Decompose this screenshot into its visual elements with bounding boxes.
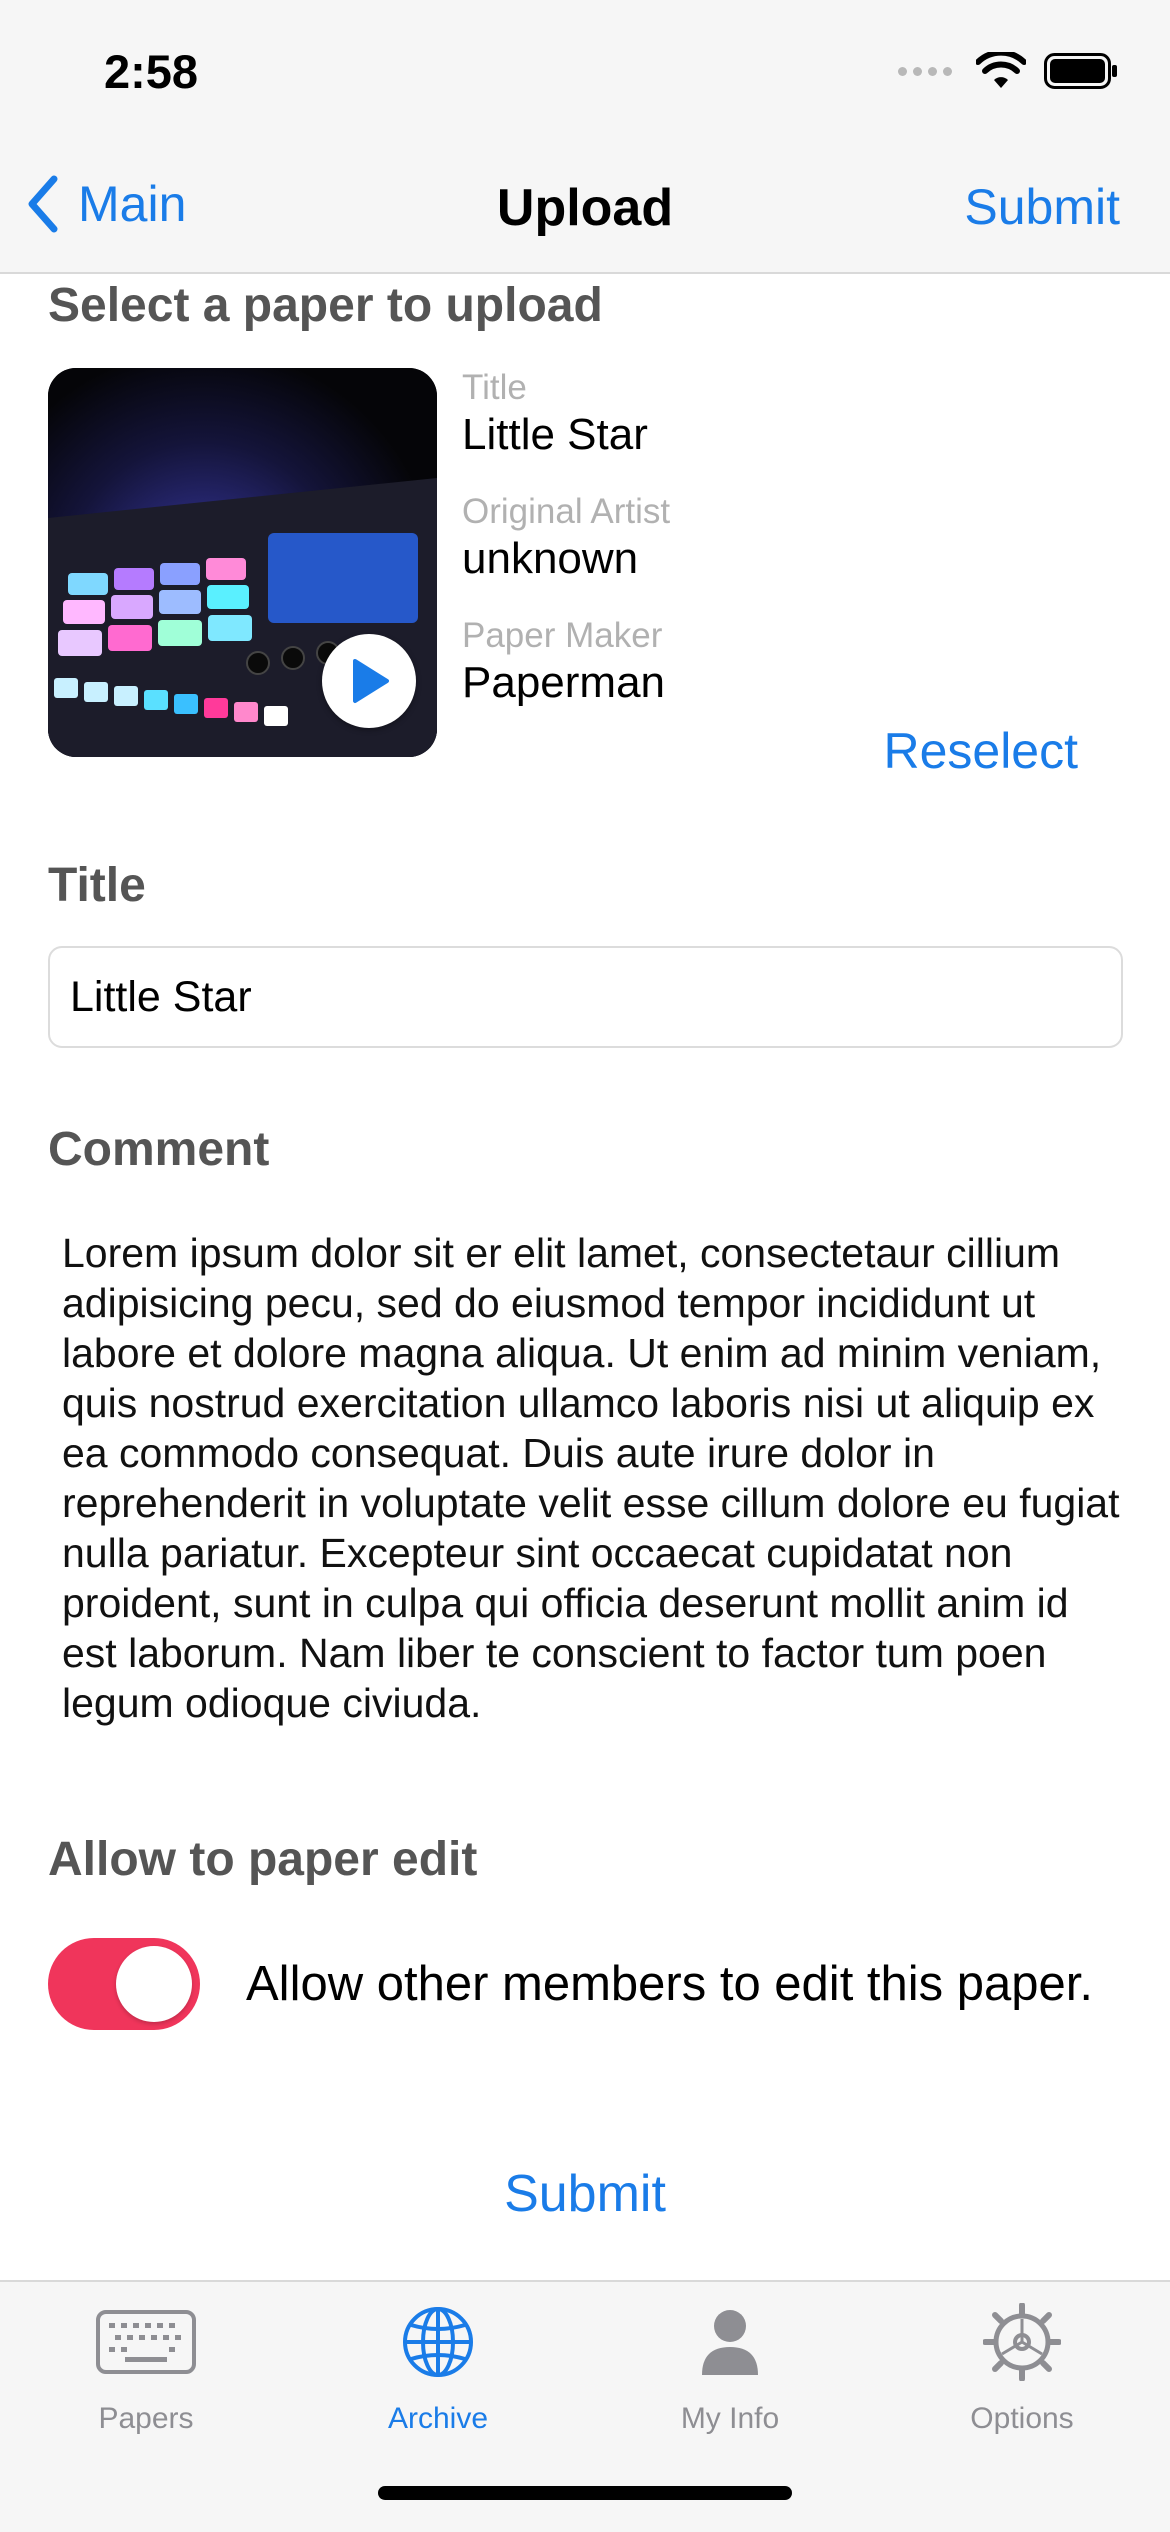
meta-value: Paperman	[462, 658, 666, 707]
comment-text-area[interactable]: Lorem ipsum dolor sit er elit lamet, con…	[62, 1228, 1122, 1728]
gear-icon	[892, 2302, 1152, 2382]
title-heading: Title	[48, 859, 146, 912]
meta-paper-maker: Paper Maker Paperman	[462, 616, 665, 708]
allow-edit-toggle[interactable]	[48, 1938, 200, 2030]
meta-title: Title Little Star	[462, 368, 648, 460]
toggle-knob	[116, 1946, 192, 2022]
upload-screen: 2:58 Main Upload Submit Select a paper t…	[0, 0, 1170, 2532]
tab-label: My Info	[680, 2402, 780, 2435]
select-paper-heading: Select a paper to upload	[48, 279, 603, 332]
title-input[interactable]: Little Star	[48, 946, 1123, 1048]
status-time: 2:58	[104, 45, 199, 98]
meta-label: Paper Maker	[462, 616, 663, 655]
keyboard-icon	[16, 2302, 276, 2382]
play-icon	[353, 659, 389, 703]
meta-label: Original Artist	[462, 492, 671, 531]
wifi-icon	[976, 52, 1026, 88]
tab-archive[interactable]: Archive	[308, 2302, 568, 2436]
meta-label: Title	[462, 368, 527, 407]
tab-options[interactable]: Options	[892, 2302, 1152, 2436]
edit-permission-heading: Allow to paper edit	[48, 1833, 478, 1886]
meta-value: Little Star	[462, 410, 648, 459]
meta-value: unknown	[462, 534, 639, 583]
submit-button[interactable]: Submit	[0, 2164, 1170, 2224]
meta-original-artist: Original Artist unknown	[462, 492, 670, 584]
tab-papers[interactable]: Papers	[16, 2302, 276, 2436]
cellular-signal-icon	[898, 66, 952, 76]
play-button[interactable]	[322, 634, 416, 728]
person-icon	[600, 2302, 860, 2382]
tab-label: Options	[970, 2402, 1074, 2435]
tab-my-info[interactable]: My Info	[600, 2302, 860, 2436]
tab-label: Papers	[98, 2402, 194, 2435]
globe-icon	[308, 2302, 568, 2382]
top-bar: 2:58 Main Upload Submit	[0, 0, 1170, 274]
nav-submit-button[interactable]: Submit	[964, 178, 1120, 236]
comment-heading: Comment	[48, 1123, 270, 1176]
status-icons	[898, 52, 1118, 90]
allow-edit-label: Allow other members to edit this paper.	[246, 1957, 1094, 2011]
reselect-button[interactable]: Reselect	[883, 722, 1078, 780]
home-indicator[interactable]	[378, 2486, 792, 2500]
tab-label: Archive	[387, 2402, 489, 2435]
battery-icon	[1044, 53, 1117, 89]
